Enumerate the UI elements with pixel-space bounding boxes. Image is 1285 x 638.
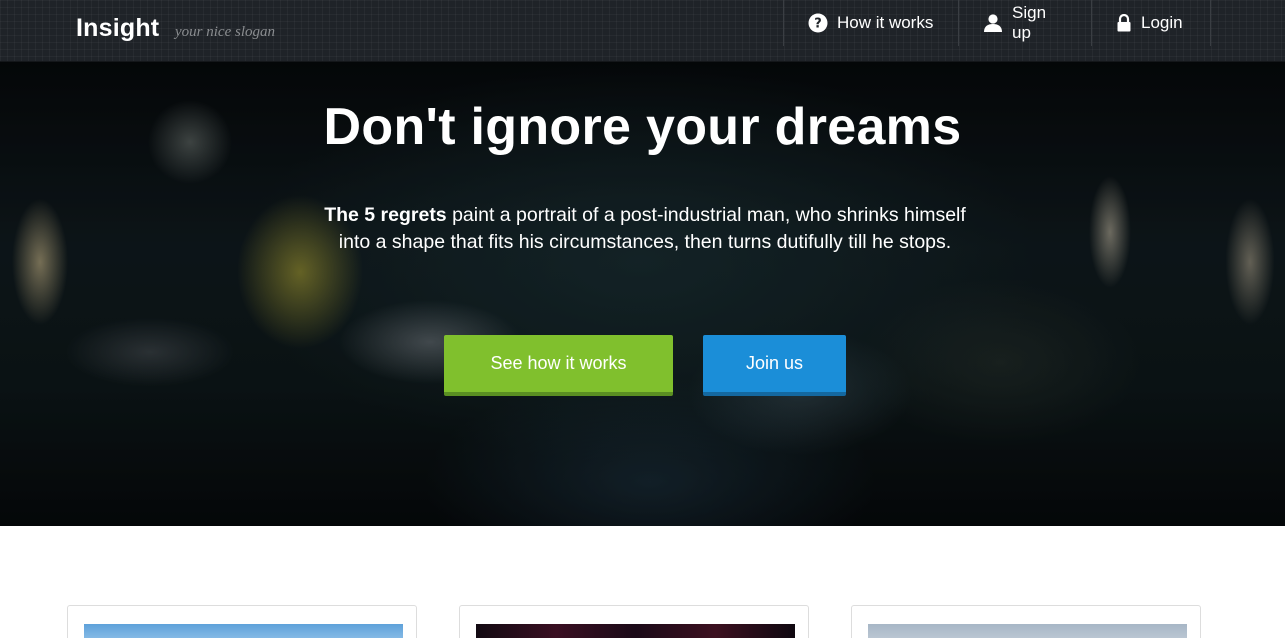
feature-card-3[interactable]: [851, 605, 1201, 638]
hero-section: Don't ignore your dreams The 5 regrets p…: [0, 62, 1285, 526]
nav-sign-up-label: Sign up: [1012, 3, 1047, 42]
nav-login[interactable]: Login: [1091, 0, 1211, 46]
feature-card-1-image: [84, 624, 403, 638]
hero-lead-text: The 5 regrets paint a portrait of a post…: [322, 202, 968, 256]
svg-text:?: ?: [814, 17, 822, 32]
feature-card-2-image: [476, 624, 795, 638]
hero-title: Don't ignore your dreams: [323, 98, 962, 156]
join-us-button[interactable]: Join us: [703, 335, 846, 396]
brand-logo[interactable]: Insight: [76, 14, 159, 43]
lock-icon: [1116, 14, 1132, 32]
nav-how-it-works-label: How it works: [837, 13, 934, 32]
feature-card-3-image: [868, 624, 1187, 638]
hero-lead-bold: The 5 regrets: [324, 204, 447, 226]
main-nav: ? How it works Sign up Login: [783, 0, 1211, 46]
nav-login-label: Login: [1141, 13, 1183, 32]
see-how-it-works-button[interactable]: See how it works: [444, 335, 673, 396]
feature-card-2[interactable]: [459, 605, 809, 638]
user-icon: [983, 13, 1003, 33]
question-circle-icon: ?: [808, 13, 828, 33]
feature-card-1[interactable]: [67, 605, 417, 638]
nav-sign-up[interactable]: Sign up: [958, 0, 1091, 46]
top-navbar: Insight your nice slogan ? How it works …: [0, 0, 1285, 62]
nav-how-it-works[interactable]: ? How it works: [783, 0, 958, 46]
brand-slogan: your nice slogan: [175, 24, 275, 40]
